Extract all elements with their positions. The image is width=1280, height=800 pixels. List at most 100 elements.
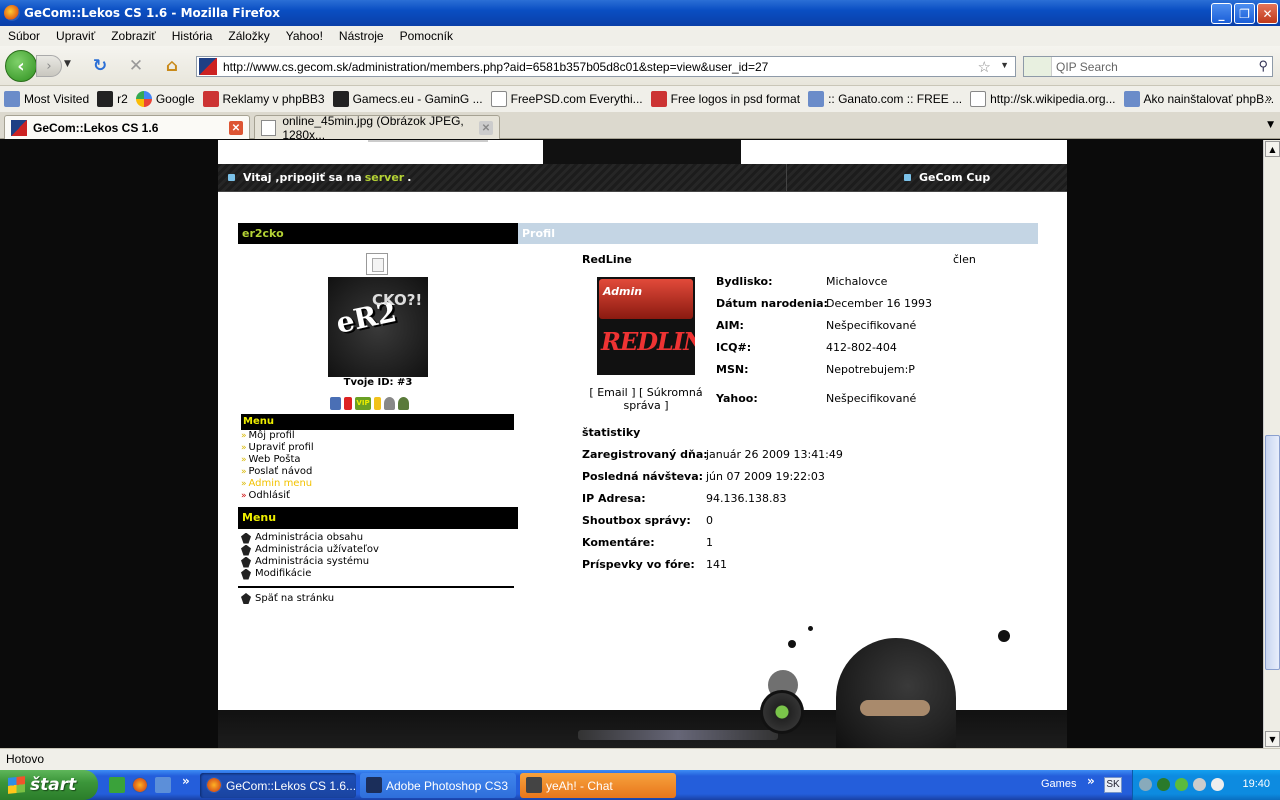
gamecs-icon [332, 91, 349, 107]
bookmark-item[interactable]: http://sk.wikipedia.org... [970, 91, 1116, 107]
soldier-artwork [748, 620, 1067, 748]
status-bar: Hotovo [0, 748, 1280, 770]
bookmark-item[interactable]: Free logos in psd format [650, 91, 800, 107]
tray-arrow-icon[interactable] [1139, 778, 1152, 791]
gecom-cup-link[interactable]: GeCom Cup [904, 171, 990, 184]
menu-yahoo[interactable]: Yahoo! [286, 29, 323, 43]
server-link[interactable]: server [365, 171, 405, 184]
bookmark-item[interactable]: r2 [97, 91, 128, 107]
menu-view[interactable]: Zobraziť [111, 29, 156, 43]
admin-item-modifications[interactable]: Modifikácie [241, 568, 514, 580]
vip-icon: VIP [355, 397, 371, 410]
site-favicon-icon [199, 58, 217, 75]
admin-item-system[interactable]: Administrácia systému [241, 556, 514, 568]
reload-icon[interactable]: ↻ [90, 56, 110, 76]
menu-history[interactable]: História [172, 29, 213, 43]
quicklaunch-icon[interactable] [109, 777, 125, 793]
ribbon-icon [344, 397, 352, 410]
quicklaunch-icon[interactable] [155, 777, 171, 793]
menu-item-web-mail[interactable]: » Web Pošta [241, 454, 514, 466]
menu-item-my-profile[interactable]: » Môj profil [241, 430, 514, 442]
welcome-message: Vitaj ,pripojiť sa na server . [228, 171, 411, 184]
menu-item-edit-profile[interactable]: » Upraviť profil [241, 442, 514, 454]
tab-gecom[interactable]: GeCom::Lekos CS 1.6 ✕ [4, 115, 250, 139]
menu-file[interactable]: Súbor [8, 29, 40, 43]
arrow-icon: » [241, 431, 247, 441]
bookmark-item[interactable]: Reklamy v phpBB3 [202, 91, 325, 107]
admin-item-content[interactable]: Administrácia obsahu [241, 532, 514, 544]
forward-button[interactable]: › [36, 55, 62, 77]
tray-app-icon[interactable] [1157, 778, 1170, 791]
scrollbar-thumb[interactable] [1265, 435, 1280, 670]
history-dropdown-icon[interactable]: ▼ [64, 59, 71, 69]
scroll-down-icon[interactable]: ▼ [1265, 731, 1280, 747]
tab-image[interactable]: online_45min.jpg (Obrázok JPEG, 1280x...… [254, 114, 500, 142]
menu-edit[interactable]: Upraviť [56, 29, 95, 43]
scroll-up-icon[interactable]: ▲ [1265, 141, 1280, 157]
bookmark-star-icon[interactable]: ☆ [978, 58, 991, 76]
wikipedia-icon [970, 91, 987, 107]
volume-icon[interactable] [1211, 778, 1224, 791]
vertical-scrollbar[interactable]: ▲ ▼ [1263, 140, 1280, 748]
minimize-button[interactable]: _ [1211, 3, 1232, 24]
back-button[interactable]: ‹ [5, 50, 37, 82]
close-tab-icon[interactable]: ✕ [229, 121, 243, 135]
firefox-icon[interactable] [132, 777, 148, 793]
taskbar: štart » GeCom::Lekos CS 1.6... Adobe Pho… [0, 770, 1280, 800]
back-to-site-link[interactable]: Späť na stránku [241, 593, 334, 604]
page-viewport: Vitaj ,pripojiť sa na server . GeCom Cup… [0, 140, 1263, 748]
bullet-icon [904, 174, 911, 181]
close-tab-icon[interactable]: ✕ [479, 121, 493, 135]
bookmark-item[interactable]: FreePSD.com Everythi... [490, 91, 643, 107]
admin-item-users[interactable]: Administrácia užívateľov [241, 544, 514, 556]
home-icon[interactable]: ⌂ [162, 56, 182, 76]
close-window-button[interactable]: ✕ [1257, 3, 1278, 24]
user-id-label: Tvoje ID: #3 [343, 377, 413, 388]
bookmark-item[interactable]: :: Ganato.com :: FREE ... [808, 91, 962, 107]
language-indicator[interactable]: SK [1104, 777, 1122, 793]
page-icon [490, 91, 507, 107]
site-container: Vitaj ,pripojiť sa na server . GeCom Cup… [218, 140, 1067, 748]
url-text[interactable]: http://www.cs.gecom.sk/administration/me… [223, 60, 768, 74]
search-icon[interactable]: ⚲ [1258, 58, 1268, 74]
taskbar-item-firefox[interactable]: GeCom::Lekos CS 1.6... [200, 773, 356, 798]
profile-header: Profil [518, 223, 1038, 244]
search-input[interactable]: QIP Search [1056, 60, 1118, 74]
quicklaunch-overflow-icon[interactable]: » [182, 774, 190, 788]
tray-chat-icon[interactable] [1175, 778, 1188, 791]
toolbar-overflow-icon[interactable]: » [1087, 774, 1095, 788]
system-tray: 19:40 [1132, 770, 1280, 800]
arrow-icon: » [241, 467, 247, 477]
bookmark-item[interactable]: Most Visited [4, 91, 89, 107]
games-toolbar[interactable]: Games [1041, 778, 1076, 790]
network-icon[interactable] [1193, 778, 1206, 791]
user-menu: Menu » Môj profil » Upraviť profil » Web Po… [241, 414, 514, 502]
url-dropdown-icon[interactable]: ▼ [1000, 60, 1009, 70]
menu-tools[interactable]: Nástroje [339, 29, 384, 43]
menu-help[interactable]: Pomocník [400, 29, 453, 43]
menu-bookmarks[interactable]: Záložky [228, 29, 269, 43]
bookmark-item[interactable]: Gamecs.eu - GaminG ... [332, 91, 483, 107]
start-button[interactable]: štart [0, 770, 98, 800]
url-bar[interactable]: http://www.cs.gecom.sk/administration/me… [196, 56, 1016, 77]
stop-icon[interactable]: ✕ [126, 56, 146, 76]
bookmark-item[interactable]: Ako nainštalovať phpB... [1123, 91, 1274, 107]
google-icon [135, 91, 152, 107]
taskbar-item-photoshop[interactable]: Adobe Photoshop CS3 [360, 773, 516, 798]
profile-contact-links[interactable]: [ Email ] [ Súkromná správa ] [582, 386, 710, 412]
search-box[interactable]: QIP Search ⚲ [1023, 56, 1273, 77]
menu-item-admin-menu[interactable]: » Admin menu [241, 478, 514, 490]
rank-icons: VIP [330, 397, 409, 410]
stat-row: Posledná návšteva: jún 07 2009 19:22:03 [582, 470, 825, 483]
logos-icon [650, 91, 667, 107]
gear-icon [241, 532, 251, 544]
taskbar-item-chat[interactable]: yeAh! - Chat [520, 773, 676, 798]
bookmark-item[interactable]: Google [135, 91, 195, 107]
menu-item-send-guide[interactable]: » Poslať návod [241, 466, 514, 478]
stat-row: Príspevky vo fóre: 141 [582, 558, 727, 571]
search-engine-icon[interactable] [1024, 57, 1052, 76]
menu-item-logout[interactable]: » Odhlásiť [241, 490, 514, 502]
maximize-button[interactable]: ❐ [1234, 3, 1255, 24]
bookmarks-overflow-icon[interactable]: » [1265, 91, 1272, 105]
tab-list-icon[interactable]: ▼ [1267, 120, 1274, 130]
